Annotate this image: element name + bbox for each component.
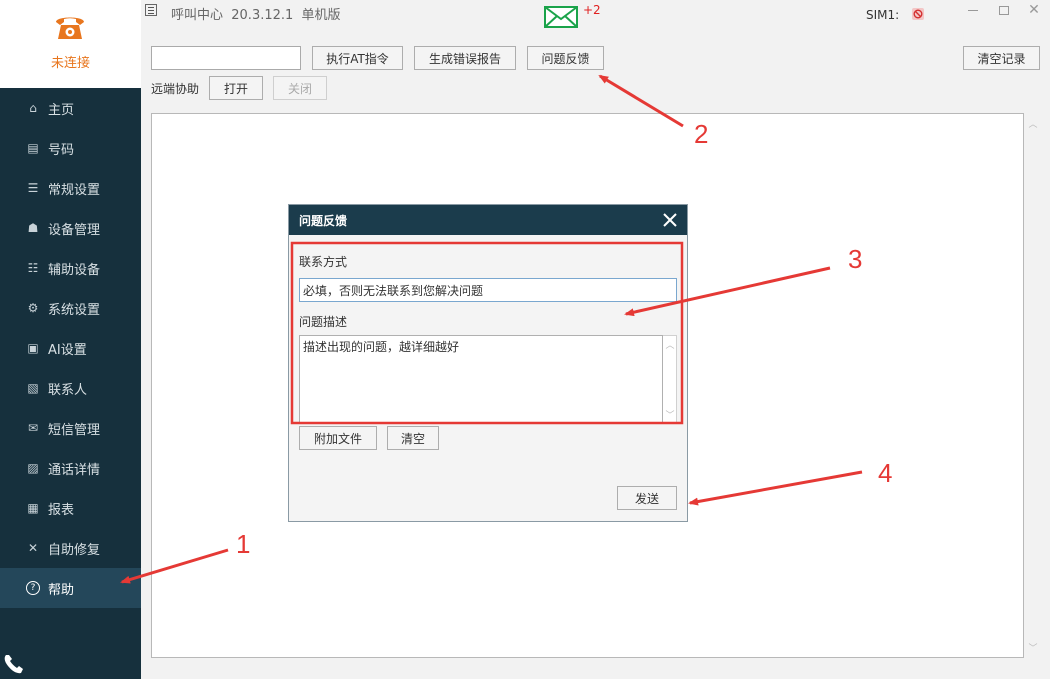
attach-file-button[interactable]: 附加文件 — [299, 426, 377, 450]
execute-at-button[interactable]: 执行AT指令 — [312, 46, 403, 70]
sim-disabled-icon — [912, 8, 924, 20]
sidebar-item-label: 辅助设备 — [48, 262, 101, 278]
sidebar-item-label: 系统设置 — [48, 302, 101, 318]
tools-icon: ✕ — [27, 541, 39, 555]
mail-icon: ✉ — [27, 421, 39, 435]
contact-icon: ▧ — [27, 381, 39, 395]
sidebar-item-label: 联系人 — [48, 382, 88, 398]
scroll-up-icon[interactable]: ︿ — [1026, 117, 1040, 130]
sim-label: SIM1: — [866, 8, 900, 22]
minimize-button[interactable] — [965, 3, 981, 17]
sidebar-item-ai-settings[interactable]: ▣ AI设置 — [0, 328, 141, 368]
close-window-button[interactable]: ✕ — [1026, 3, 1042, 17]
title-bar: 呼叫中心 20.3.12.1 单机版 +2 SIM1: ✕ — [141, 0, 1050, 28]
gear-icon: ⚙ — [27, 301, 39, 315]
annotation-label-2: 2 — [694, 119, 709, 149]
remote-close-button: 关闭 — [273, 76, 327, 100]
sidebar-item-call-details[interactable]: ▨ 通话详情 — [0, 448, 141, 488]
clear-log-button[interactable]: 清空记录 — [963, 46, 1040, 70]
device-icon: ☗ — [27, 221, 39, 235]
minimize-icon — [968, 10, 978, 11]
annotation-label-4: 4 — [878, 458, 893, 488]
annotation-label-3: 3 — [848, 244, 863, 274]
document-icon: ▤ — [27, 141, 39, 155]
log-scrollbar[interactable]: ︿ ﹀ — [1026, 113, 1040, 658]
contact-label: 联系方式 — [299, 255, 348, 269]
help-icon: ? — [26, 581, 40, 595]
menu-icon[interactable] — [145, 4, 157, 16]
sidebar-item-general-settings[interactable]: ☰ 常规设置 — [0, 168, 141, 208]
app-title: 呼叫中心 20.3.12.1 单机版 — [171, 8, 341, 23]
restore-icon — [999, 6, 1009, 15]
sidebar-item-sms[interactable]: ✉ 短信管理 — [0, 408, 141, 448]
remote-assist-label: 远端协助 — [151, 82, 200, 96]
chart-icon: ▦ — [27, 501, 39, 515]
sidebar-item-self-repair[interactable]: ✕ 自助修复 — [0, 528, 141, 568]
phone-logo-icon — [56, 17, 84, 39]
generate-error-report-button[interactable]: 生成错误报告 — [414, 46, 516, 70]
sidebar-item-label: AI设置 — [48, 342, 87, 358]
connection-panel: 未连接 — [0, 0, 141, 88]
sidebar-item-system-settings[interactable]: ⚙ 系统设置 — [0, 288, 141, 328]
home-icon: ⌂ — [29, 101, 37, 115]
connection-status: 未连接 — [50, 56, 90, 71]
at-command-input[interactable] — [151, 46, 301, 70]
aux-device-icon: ☷ — [27, 261, 39, 275]
description-scrollbar[interactable]: ︿ ﹀ — [663, 335, 677, 423]
sidebar-item-label: 报表 — [48, 502, 75, 518]
remote-open-button[interactable]: 打开 — [209, 76, 263, 100]
contact-input[interactable]: 必填，否则无法联系到您解决问题 — [299, 278, 677, 302]
scroll-down-icon[interactable]: ﹀ — [1026, 641, 1040, 654]
envelope-icon[interactable] — [544, 6, 578, 28]
sidebar-item-label: 短信管理 — [48, 422, 101, 438]
description-label: 问题描述 — [299, 315, 348, 329]
feedback-button[interactable]: 问题反馈 — [527, 46, 604, 70]
sidebar-item-numbers[interactable]: ▤ 号码 — [0, 128, 141, 168]
ai-icon: ▣ — [27, 341, 39, 355]
sidebar-item-device-management[interactable]: ☗ 设备管理 — [0, 208, 141, 248]
call-detail-icon: ▨ — [27, 461, 39, 475]
sidebar-item-label: 设备管理 — [48, 222, 101, 238]
sidebar-item-label: 通话详情 — [48, 462, 101, 478]
sidebar-item-label: 主页 — [48, 102, 75, 118]
sidebar-item-contacts[interactable]: ▧ 联系人 — [0, 368, 141, 408]
unread-count-badge: +2 — [583, 3, 601, 17]
sidebar-item-reports[interactable]: ▦ 报表 — [0, 488, 141, 528]
scroll-up-icon[interactable]: ︿ — [663, 338, 677, 351]
sidebar: 未连接 ⌂ 主页 ▤ 号码 ☰ 常规设置 ☗ 设备管理 ☷ 辅助设备 ⚙ 系统设… — [0, 0, 141, 679]
send-button[interactable]: 发送 — [617, 486, 677, 510]
sidebar-item-label: 号码 — [48, 142, 75, 158]
sidebar-item-label: 自助修复 — [48, 542, 101, 558]
sidebar-item-help[interactable]: ? 帮助 — [0, 568, 141, 608]
sidebar-item-home[interactable]: ⌂ 主页 — [0, 88, 141, 128]
scroll-down-icon[interactable]: ﹀ — [663, 408, 677, 421]
description-textarea[interactable]: 描述出现的问题，越详细越好 — [299, 335, 663, 423]
sidebar-item-label: 帮助 — [48, 582, 75, 598]
sidebar-item-label: 常规设置 — [48, 182, 101, 198]
sidebar-item-aux-devices[interactable]: ☷ 辅助设备 — [0, 248, 141, 288]
close-icon[interactable] — [661, 211, 679, 229]
sliders-icon: ☰ — [27, 181, 39, 195]
restore-button[interactable] — [996, 3, 1012, 17]
clear-form-button[interactable]: 清空 — [387, 426, 439, 450]
phone-handset-icon[interactable] — [2, 652, 26, 676]
annotation-label-1: 1 — [236, 529, 251, 559]
feedback-dialog: 问题反馈 联系方式 必填，否则无法联系到您解决问题 问题描述 描述出现的问题，越… — [288, 204, 688, 522]
dialog-header: 问题反馈 — [289, 205, 687, 235]
dialog-title: 问题反馈 — [299, 213, 348, 228]
